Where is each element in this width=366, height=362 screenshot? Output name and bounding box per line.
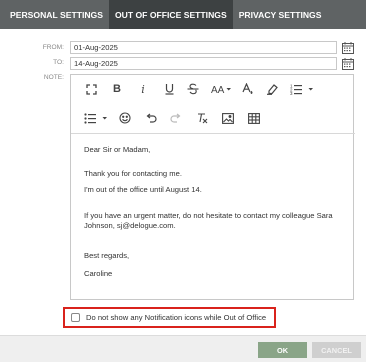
- clear-format-icon[interactable]: [194, 111, 210, 125]
- settings-tab-bar: PERSONAL SETTINGS OUT OF OFFICE SETTINGS…: [0, 0, 366, 29]
- notification-checkbox[interactable]: [71, 313, 80, 322]
- emoji-icon[interactable]: [117, 111, 133, 125]
- notification-checkbox-highlight[interactable]: Do not show any Notification icons while…: [63, 307, 276, 328]
- note-greeting: Dear Sir or Madam,: [84, 145, 151, 154]
- from-calendar-icon[interactable]: [342, 41, 354, 54]
- italic-icon[interactable]: i: [135, 82, 151, 96]
- cancel-button[interactable]: CANCEL: [312, 342, 361, 358]
- note-line-3: If you have an urgent matter, do not hes…: [84, 211, 333, 231]
- redo-icon[interactable]: [168, 111, 184, 125]
- svg-text:3: 3: [290, 91, 293, 95]
- note-label: NOTE:: [43, 74, 64, 81]
- bullet-list-icon[interactable]: [83, 111, 109, 125]
- svg-text:AA: AA: [211, 85, 225, 95]
- highlight-icon[interactable]: [264, 82, 280, 96]
- notification-checkbox-label[interactable]: Do not show any Notification icons while…: [86, 313, 266, 322]
- from-label: FROM:: [42, 44, 64, 51]
- tab-personal-settings[interactable]: PERSONAL SETTINGS: [0, 0, 109, 29]
- note-line-1: Thank you for contacting me.: [84, 169, 182, 178]
- toolbar-divider: [71, 133, 355, 134]
- to-label: TO:: [53, 59, 64, 66]
- image-icon[interactable]: [220, 111, 236, 125]
- font-size-icon[interactable]: AA: [210, 82, 232, 96]
- table-icon[interactable]: [246, 111, 262, 125]
- note-closing: Best regards,: [84, 251, 130, 260]
- to-calendar-icon[interactable]: [342, 57, 354, 70]
- fullscreen-icon[interactable]: [83, 82, 99, 96]
- bold-icon[interactable]: B: [109, 82, 125, 96]
- note-editor[interactable]: B i AA 123 Dear Sir or Madam, Thank you …: [70, 74, 355, 300]
- strikethrough-icon[interactable]: [185, 82, 201, 96]
- tab-out-of-office-settings[interactable]: OUT OF OFFICE SETTINGS: [108, 0, 233, 29]
- dialog-footer: OK CANCEL: [0, 335, 366, 362]
- from-date-input[interactable]: 01-Aug-2025: [70, 41, 337, 54]
- note-signature: Caroline: [84, 269, 113, 278]
- tab-privacy-settings[interactable]: PRIVACY SETTINGS: [233, 0, 328, 29]
- underline-icon[interactable]: [161, 82, 177, 96]
- to-date-input[interactable]: 14-Aug-2025: [70, 57, 337, 70]
- ok-button[interactable]: OK: [258, 342, 307, 358]
- note-line-2: I'm out of the office until August 14.: [84, 185, 202, 194]
- ordered-list-icon[interactable]: 123: [289, 82, 315, 96]
- undo-icon[interactable]: [143, 111, 159, 125]
- font-color-icon[interactable]: [239, 82, 255, 96]
